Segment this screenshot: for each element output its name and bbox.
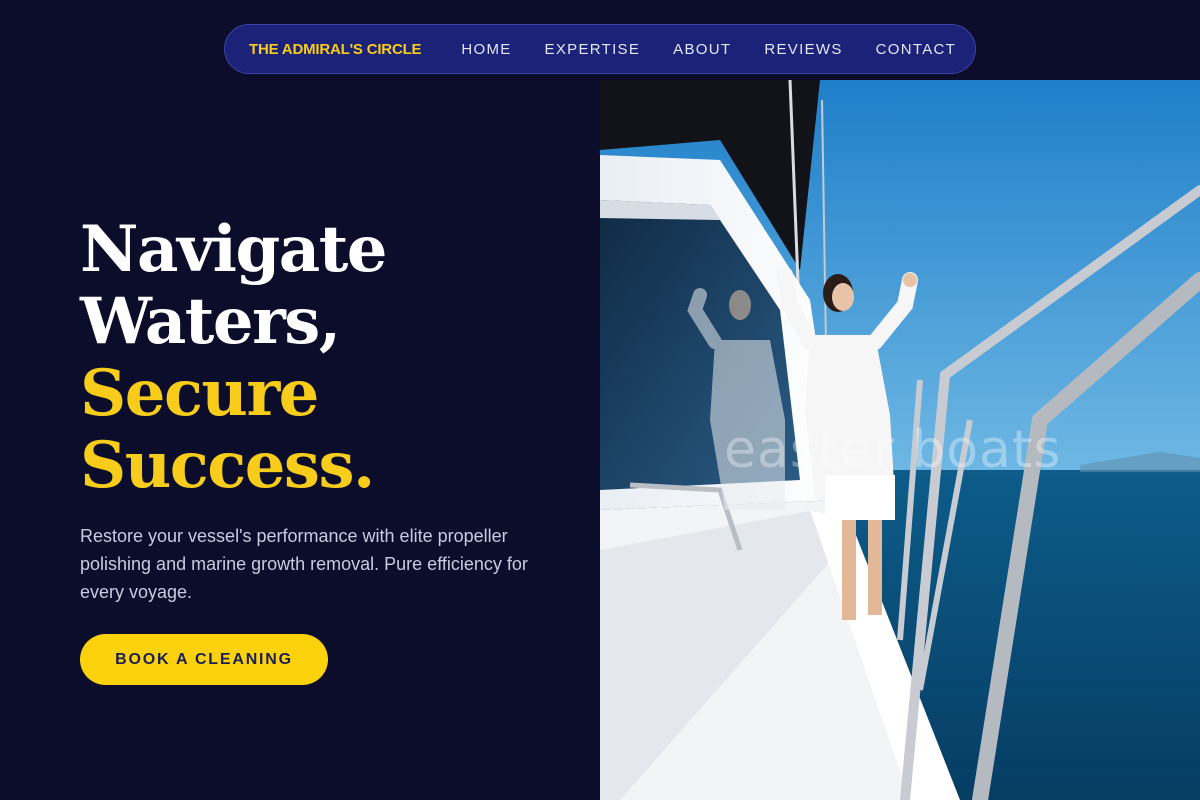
nav-link-about[interactable]: ABOUT	[673, 41, 731, 58]
headline-line-1: Navigate	[80, 212, 387, 287]
main-nav: THE ADMIRAL'S CIRCLE HOME EXPERTISE ABOU…	[224, 24, 976, 74]
headline-line-4: Success.	[80, 428, 375, 503]
nav-link-expertise[interactable]: EXPERTISE	[545, 41, 641, 58]
headline-line-2: Waters,	[80, 284, 341, 359]
hero-text: Navigate Waters, Secure Success. Restore…	[80, 214, 560, 685]
nav-link-home[interactable]: HOME	[461, 41, 511, 58]
image-watermark: easter boats	[724, 420, 1062, 480]
headline-line-3: Secure	[80, 356, 319, 431]
hero-headline: Navigate Waters, Secure Success.	[80, 214, 560, 502]
hero-image: easter boats	[600, 80, 1200, 800]
nav-link-contact[interactable]: CONTACT	[876, 41, 956, 58]
brand-logo[interactable]: THE ADMIRAL'S CIRCLE	[249, 41, 422, 58]
nav-links: HOME EXPERTISE ABOUT REVIEWS CONTACT	[461, 41, 956, 58]
nav-link-reviews[interactable]: REVIEWS	[764, 41, 842, 58]
hero-lead: Restore your vessel's performance with e…	[80, 526, 528, 602]
book-cleaning-button[interactable]: BOOK A CLEANING	[80, 634, 328, 685]
